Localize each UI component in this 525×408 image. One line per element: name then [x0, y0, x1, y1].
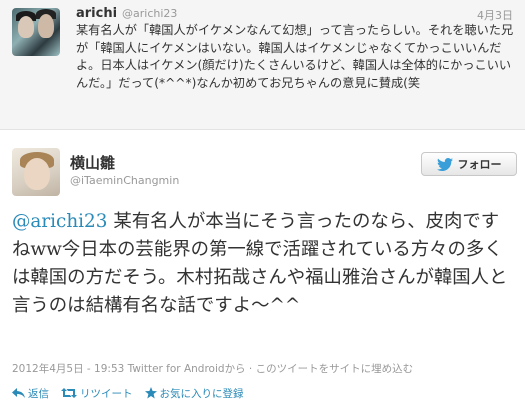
parent-author-handle[interactable]: @arichi23: [122, 7, 177, 20]
avatar[interactable]: [12, 8, 60, 56]
parent-author-name[interactable]: arichi: [76, 6, 117, 21]
author-name[interactable]: 横山雛: [70, 152, 115, 173]
follow-button[interactable]: フォロー: [421, 152, 517, 176]
star-icon: [144, 387, 157, 399]
retweet-icon: [61, 388, 77, 398]
embed-link[interactable]: このツイートをサイトに埋め込む: [256, 363, 414, 375]
source-suffix: から ·: [224, 363, 256, 375]
author-handle[interactable]: @iTaeminChangmin: [70, 174, 179, 187]
parent-tweet: arichi @arichi23 4月3日 某有名人が「韓国人がイケメンなんて幻…: [0, 0, 525, 130]
reply-icon: [12, 388, 25, 398]
follow-button-label: フォロー: [457, 158, 502, 171]
tweet-text: @arichi23 某有名人が本当にそう言ったのなら、皮肉ですねww今日本の芸能…: [12, 208, 517, 320]
parent-tweet-text: 某有名人が「韓国人がイケメンなんて幻想」って言ったらしい。それを聴いた兄が「韓国…: [76, 23, 514, 90]
reply-button[interactable]: 返信: [12, 386, 49, 401]
reply-label: 返信: [28, 387, 49, 400]
favorite-label: お気に入りに登録: [159, 387, 244, 400]
parent-tweet-date[interactable]: 4月3日: [477, 7, 513, 23]
retweet-label: リツイート: [80, 387, 133, 400]
tweet-actions: 返信 リツイート お気に入りに登録: [12, 385, 244, 401]
favorite-button[interactable]: お気に入りに登録: [144, 386, 244, 401]
retweet-button[interactable]: リツイート: [61, 386, 133, 401]
twitter-bird-icon: [436, 157, 453, 171]
tweet-timestamp[interactable]: 2012年4月5日 - 19:53: [12, 363, 124, 375]
avatar[interactable]: [12, 148, 60, 196]
tweet-meta: 2012年4月5日 - 19:53 Twitter for Androidから …: [12, 361, 517, 376]
mention-link[interactable]: @arichi23: [12, 211, 107, 232]
source-link[interactable]: Twitter for Android: [128, 363, 225, 375]
